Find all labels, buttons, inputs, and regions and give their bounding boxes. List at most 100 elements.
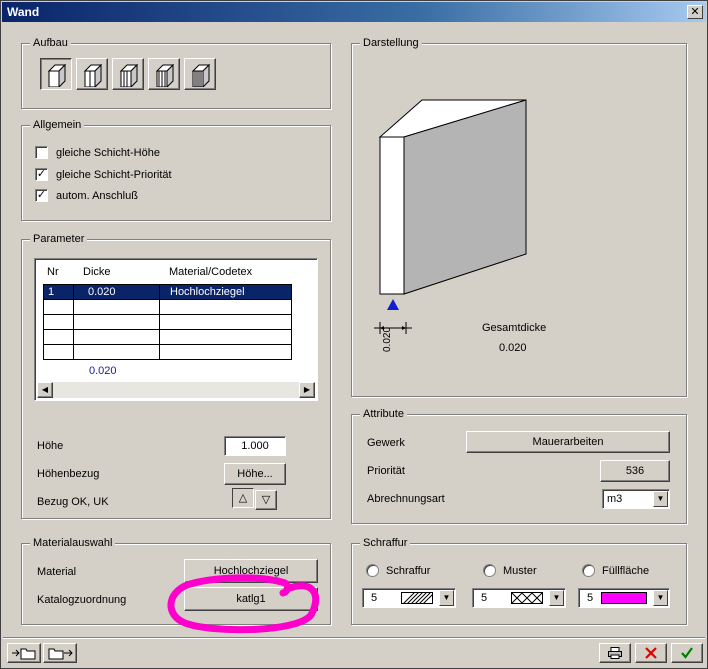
wand-dialog: Wand ✕ Aufbau Allgemein gleiche Schicht-… (0, 0, 708, 669)
katalog-label: Katalogzuordnung (37, 594, 127, 606)
allgemein-group: Allgemein gleiche Schicht-Höhe ✓ gleiche… (21, 118, 331, 221)
cancel-x-icon (645, 647, 657, 659)
schraffur-select[interactable]: 5 ▼ (362, 588, 456, 608)
scroll-left-button[interactable]: ◀ (37, 382, 53, 398)
chevron-down-icon[interactable]: ▼ (439, 590, 454, 606)
layer-grid[interactable]: 1 0.020 Hochlochziegel (43, 284, 292, 360)
close-button[interactable]: ✕ (687, 5, 703, 19)
abrechnung-select[interactable]: m3 ▼ (602, 489, 670, 509)
window-title: Wand (7, 5, 40, 19)
column-header-dicke: Dicke (83, 266, 111, 278)
export-folder-icon (48, 648, 73, 660)
bezug-ok-button[interactable]: △ (232, 488, 254, 508)
muster-select[interactable]: 5 ▼ (472, 588, 566, 608)
darstellung-group: Darstellung 0.020 Gesamtdicke 0.020 (351, 36, 687, 397)
annotation-circle (167, 574, 320, 634)
print-button[interactable] (599, 643, 631, 663)
layer-5-button[interactable] (184, 58, 216, 90)
parameter-legend: Parameter (30, 232, 88, 246)
checkbox-autom-anschluss[interactable]: ✓ (35, 189, 48, 202)
radio-muster[interactable] (483, 564, 496, 577)
cancel-button[interactable] (635, 643, 667, 663)
hoehenbezug-label: Höhenbezug (37, 468, 100, 480)
layer-1-button[interactable] (40, 58, 72, 90)
chevron-down-icon[interactable]: ▼ (653, 590, 668, 606)
wall-preview (378, 99, 527, 310)
table-row[interactable] (43, 299, 292, 315)
triangle-down-icon: ▽ (261, 494, 271, 506)
layer-table[interactable]: Nr Dicke Material/Codetex 1 0.020 Hochlo… (34, 258, 318, 401)
gewerk-button[interactable]: Mauerarbeiten (466, 431, 670, 453)
layer-3-button[interactable] (112, 58, 144, 90)
gesamtdicke-value: 0.020 (499, 342, 527, 354)
hoehe-label: Höhe (37, 440, 64, 452)
chevron-down-icon[interactable]: ▼ (653, 491, 668, 507)
table-row[interactable] (43, 314, 292, 330)
radio-schraffur[interactable] (366, 564, 379, 577)
horizontal-scrollbar[interactable]: ◀ ▶ (37, 382, 315, 398)
parameter-group: Parameter Nr Dicke Material/Codetex 1 0.… (21, 232, 331, 519)
column-header-material: Material/Codetex (169, 266, 253, 278)
radio-fuellflaeche[interactable] (582, 564, 595, 577)
column-header-nr: Nr (47, 266, 59, 278)
checkbox-label: gleiche Schicht-Höhe (56, 147, 160, 159)
bottom-separator (3, 637, 705, 639)
wall-layer-5-icon (191, 63, 211, 89)
muster-value: 5 (481, 592, 488, 604)
table-row[interactable]: 1 0.020 Hochlochziegel (43, 284, 292, 300)
hoehe-button[interactable]: Höhe... (224, 463, 286, 485)
materialauswahl-legend: Materialauswahl (30, 536, 116, 550)
prioritaet-button[interactable]: 536 (600, 460, 670, 482)
import-button[interactable] (7, 643, 41, 663)
schraffur-legend: Schraffur (360, 536, 411, 550)
attribute-group: Attribute Gewerk Mauerarbeiten Priorität… (351, 407, 687, 524)
hoehe-value: 1.000 (241, 440, 269, 452)
layer-4-button[interactable] (148, 58, 180, 90)
cell-material[interactable]: Hochlochziegel (159, 284, 292, 300)
aufbau-legend: Aufbau (30, 36, 71, 50)
ok-button[interactable] (671, 643, 703, 663)
darstellung-legend: Darstellung (360, 36, 422, 50)
layer-2-button[interactable] (76, 58, 108, 90)
checkbox-gleiche-schicht-prioritaet[interactable]: ✓ (35, 168, 48, 181)
close-icon: ✕ (690, 6, 700, 18)
abrechnung-label: Abrechnungsart (367, 493, 445, 505)
table-row[interactable] (43, 344, 292, 360)
table-row[interactable] (43, 329, 292, 345)
origin-marker-icon (387, 299, 399, 310)
pattern-swatch-icon (511, 592, 543, 604)
checkbox-gleiche-schicht-hoehe[interactable] (35, 146, 48, 159)
radio-label: Füllfläche (602, 565, 650, 577)
fuellflaeche-value: 5 (587, 592, 594, 604)
schraffur-group: Schraffur Schraffur Muster Füllfläche 5 … (351, 536, 687, 625)
bezug-uk-button[interactable]: ▽ (255, 490, 277, 510)
allgemein-legend: Allgemein (30, 118, 85, 132)
scroll-right-button[interactable]: ▶ (299, 382, 315, 398)
hoehe-input[interactable]: 1.000 (224, 436, 286, 456)
checkmark-icon (681, 647, 693, 659)
radio-label: Muster (503, 565, 537, 577)
cell-dicke[interactable]: 0.020 (73, 284, 160, 300)
abrechnung-value: m3 (607, 493, 623, 505)
dimension-marker (374, 322, 412, 334)
checkbox-label: gleiche Schicht-Priorität (56, 169, 172, 181)
import-folder-icon (12, 648, 36, 660)
wall-layer-1-icon (47, 63, 67, 89)
gewerk-label: Gewerk (367, 437, 405, 449)
hatch-swatch-icon (401, 592, 433, 604)
checkbox-label: autom. Anschluß (56, 190, 138, 202)
fuellflaeche-select[interactable]: 5 ▼ (578, 588, 670, 608)
aufbau-group: Aufbau (21, 36, 331, 109)
total-thickness: 0.020 (89, 365, 117, 377)
chevron-down-icon[interactable]: ▼ (549, 590, 564, 606)
schraffur-value: 5 (371, 592, 378, 604)
export-button[interactable] (43, 643, 77, 663)
bezug-label: Bezug OK, UK (37, 496, 109, 508)
gesamtdicke-label: Gesamtdicke (482, 322, 547, 334)
wall-layer-3-icon (119, 63, 139, 89)
wall-layer-4-icon (155, 63, 175, 89)
cell-nr[interactable]: 1 (43, 284, 74, 300)
printer-icon (608, 647, 622, 659)
prioritaet-label: Priorität (367, 465, 405, 477)
material-label: Material (37, 566, 77, 578)
